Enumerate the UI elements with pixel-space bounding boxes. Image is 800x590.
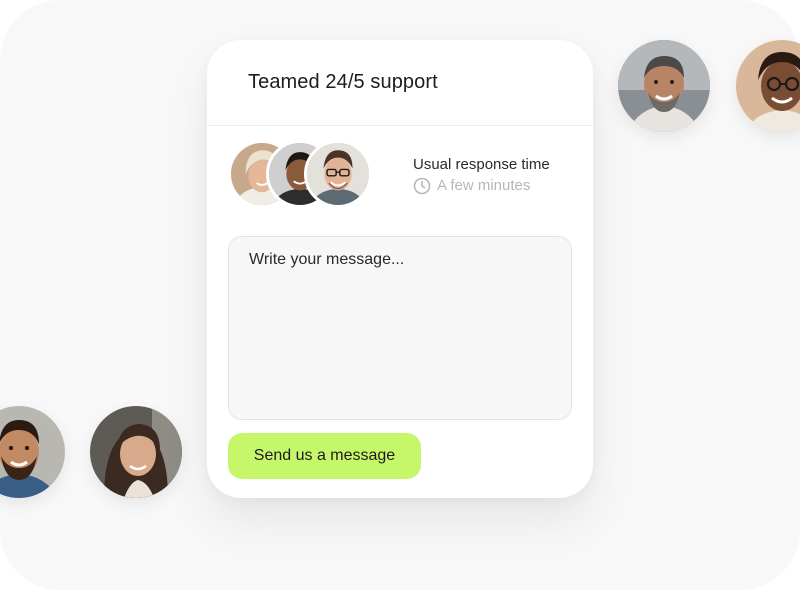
card-header: Teamed 24/5 support: [207, 40, 593, 126]
avatar-long-hair-woman: [90, 406, 182, 498]
response-time-value: A few minutes: [437, 177, 531, 194]
team-avatars: Usual response time A few minutes: [228, 140, 568, 208]
message-input[interactable]: [228, 236, 572, 420]
response-time-value-row: A few minutes: [413, 177, 573, 195]
response-time-label: Usual response time: [413, 156, 550, 173]
avatar-glasses-man: [304, 140, 372, 208]
page: Teamed 24/5 support Usual response time …: [0, 0, 800, 590]
avatar-gray-beard-man: [618, 40, 710, 132]
card-title: Teamed 24/5 support: [248, 71, 438, 93]
clock-icon: [413, 177, 431, 195]
send-message-button[interactable]: Send us a message: [228, 433, 421, 479]
response-time-info: Usual response time A few minutes: [413, 156, 573, 195]
support-card: Teamed 24/5 support Usual response time …: [207, 40, 593, 498]
